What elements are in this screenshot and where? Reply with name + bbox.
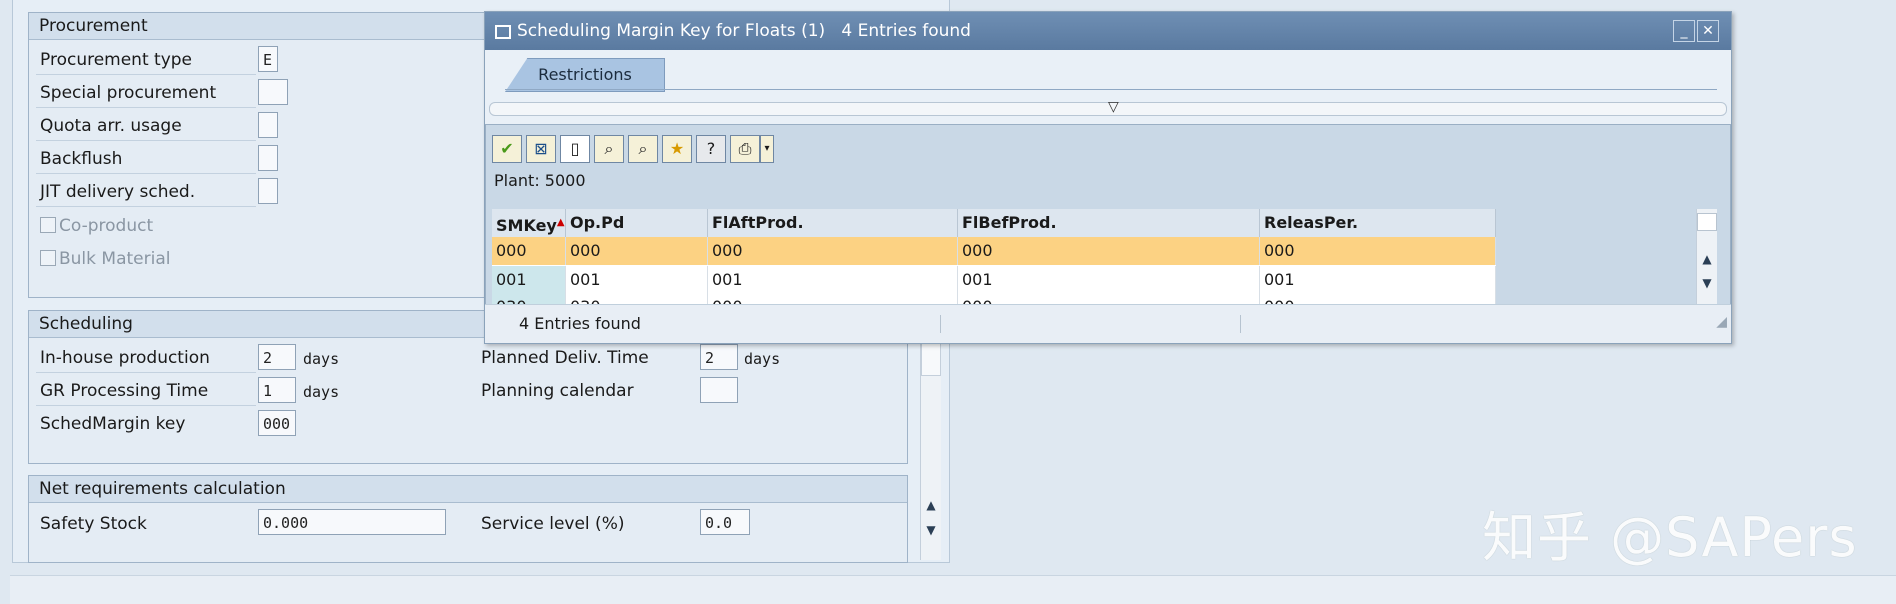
row-divider (36, 74, 256, 75)
table-cell[interactable]: 001 (492, 266, 566, 294)
co-product-label: Co-product (59, 216, 154, 236)
planned-deliv-field[interactable]: 2 (700, 344, 738, 370)
planning-calendar-label: Planning calendar (481, 381, 634, 401)
planned-deliv-label: Planned Deliv. Time (481, 348, 649, 368)
table-cell[interactable]: 000 (566, 237, 708, 265)
table-cell[interactable]: 000 (492, 237, 566, 265)
dialog-icon (495, 25, 511, 39)
schedmargin-key-label: SchedMargin key (40, 414, 186, 434)
check-icon[interactable]: ✔ (492, 135, 522, 163)
table-cell[interactable]: 001 (566, 266, 708, 294)
special-procurement-label: Special procurement (40, 83, 217, 103)
column-header-flbefprod[interactable]: FlBefProd. (958, 209, 1260, 237)
main-scrollbar[interactable]: ▲ ▼ (920, 330, 941, 560)
collapse-arrow-icon[interactable]: ▽ (1108, 99, 1119, 115)
dialog-title-bar[interactable]: Scheduling Margin Key for Floats (1) 4 E… (485, 12, 1731, 50)
dialog-title-count: 4 Entries found (841, 21, 971, 41)
table-cell[interactable]: 000 (708, 237, 958, 265)
sort-ascending-icon: ▲ (556, 217, 565, 228)
schedmargin-key-field[interactable]: 000 (258, 410, 296, 436)
scroll-down-icon[interactable]: ▼ (1697, 273, 1717, 293)
plant-info: Plant: 5000 (494, 171, 586, 190)
help-icon[interactable]: ? (696, 135, 726, 163)
favorite-add-icon[interactable]: ★ (662, 135, 692, 163)
row-divider (36, 140, 256, 141)
status-text: 4 Entries found (519, 314, 641, 333)
table-cell[interactable]: 001 (1260, 266, 1496, 294)
status-bar (10, 575, 1896, 604)
tab-restrictions[interactable]: Restrictions (505, 58, 665, 92)
special-procurement-field[interactable] (258, 79, 288, 105)
inhouse-production-label: In-house production (40, 348, 210, 368)
splitter[interactable]: ▽ (489, 99, 1727, 116)
row-divider (36, 206, 256, 207)
procurement-type-label: Procurement type (40, 50, 193, 70)
row-divider (36, 107, 256, 108)
inhouse-unit: days (303, 350, 340, 368)
backflush-label: Backflush (40, 149, 123, 169)
jit-delivery-field[interactable] (258, 178, 278, 204)
find-next-icon[interactable]: ⌕ (628, 135, 658, 163)
bulk-material-label: Bulk Material (59, 249, 171, 269)
planned-unit: days (744, 350, 781, 368)
close-icon[interactable]: ✕ (1697, 20, 1719, 42)
scroll-up-icon[interactable]: ▲ (1697, 249, 1717, 269)
dialog-title: Scheduling Margin Key for Floats (1) (517, 21, 826, 41)
row-divider (36, 372, 256, 373)
column-header-oppd[interactable]: Op.Pd (566, 209, 708, 237)
table-cell[interactable]: 001 (958, 266, 1260, 294)
row-divider (36, 405, 256, 406)
safety-stock-label: Safety Stock (40, 514, 147, 534)
watermark: 知乎 @SAPers (1482, 506, 1858, 569)
net-requirements-group: Net requirements calculation (28, 475, 908, 563)
bulk-material-checkbox[interactable]: Bulk Material (40, 249, 170, 269)
gr-unit: days (303, 383, 340, 401)
resize-grip-icon[interactable]: ◢ (1716, 303, 1727, 341)
row-divider (36, 173, 256, 174)
close-icon[interactable]: ⊠ (526, 135, 556, 163)
scroll-up-icon[interactable]: ▲ (921, 495, 941, 515)
net-requirements-title: Net requirements calculation (29, 476, 907, 503)
gr-processing-field[interactable]: 1 (258, 377, 296, 403)
co-product-checkbox[interactable]: Co-product (40, 216, 153, 236)
result-list: ✔ ⊠ ▯ ⌕ ⌕ ★ ? ⎙ ▾ Plant: 5000 SMKey▲ Op.… (485, 124, 1731, 306)
inhouse-production-field[interactable]: 2 (258, 344, 296, 370)
column-header-smkey[interactable]: SMKey▲ (492, 209, 566, 237)
column-header-releasper[interactable]: ReleasPer. (1260, 209, 1496, 237)
column-header-flaftprod[interactable]: FlAftProd. (708, 209, 958, 237)
table-cell[interactable]: 000 (958, 237, 1260, 265)
new-icon[interactable]: ▯ (560, 135, 590, 163)
tab-divider (505, 89, 1717, 90)
service-level-field[interactable]: 0.0 (700, 509, 750, 535)
quota-usage-label: Quota arr. usage (40, 116, 182, 136)
gr-processing-label: GR Processing Time (40, 381, 209, 401)
dialog-status-bar: 4 Entries found ◢ (485, 304, 1731, 343)
print-icon[interactable]: ⎙ (730, 135, 760, 163)
status-separator (1240, 315, 1241, 333)
quota-usage-field[interactable] (258, 112, 278, 138)
results-table: SMKey▲ Op.Pd FlAftProd. FlBefProd. Relea… (492, 209, 1496, 305)
safety-stock-field[interactable]: 0.000 (258, 509, 446, 535)
minimize-icon[interactable]: _ (1673, 20, 1695, 42)
find-icon[interactable]: ⌕ (594, 135, 624, 163)
service-level-label: Service level (%) (481, 514, 625, 534)
menu-icon[interactable]: ▾ (760, 135, 774, 163)
value-help-dialog: Scheduling Margin Key for Floats (1) 4 E… (484, 11, 1732, 344)
scroll-down-icon[interactable]: ▼ (921, 520, 941, 540)
table-cell[interactable]: 001 (708, 266, 958, 294)
table-scrollbar[interactable]: ▲ ▼ (1696, 209, 1717, 305)
table-settings-icon[interactable] (1697, 213, 1717, 231)
status-separator (940, 315, 941, 333)
procurement-type-field[interactable]: E (258, 46, 278, 72)
jit-delivery-label: JIT delivery sched. (40, 182, 196, 202)
backflush-field[interactable] (258, 145, 278, 171)
header-label: SMKey (496, 216, 557, 235)
planning-calendar-field[interactable] (700, 377, 738, 403)
table-cell[interactable]: 000 (1260, 237, 1496, 265)
